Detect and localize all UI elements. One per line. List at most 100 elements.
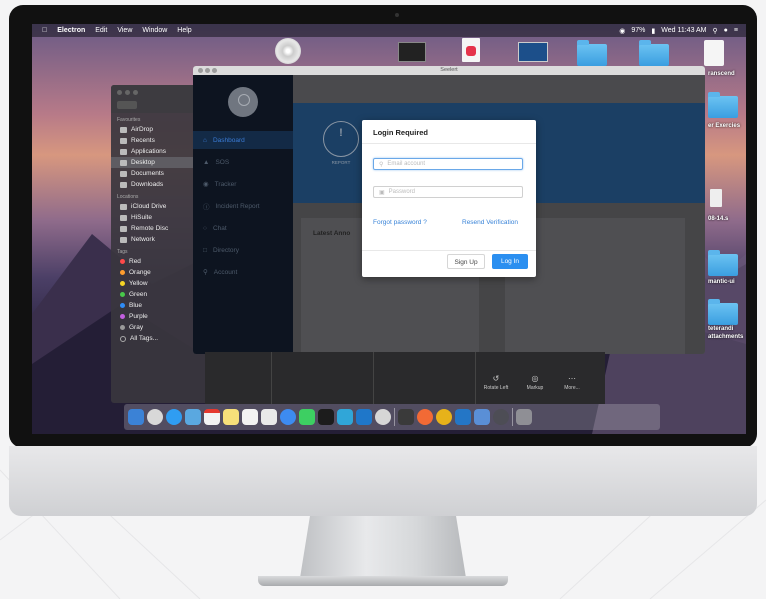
notes-dock-icon[interactable] bbox=[223, 409, 239, 425]
user-icon: ⚲ bbox=[203, 269, 208, 276]
sequel-pro-dock-icon[interactable] bbox=[375, 409, 391, 425]
folder-icon[interactable] bbox=[708, 92, 738, 118]
directory-icon: □ bbox=[203, 246, 207, 254]
home-icon: ⌂ bbox=[203, 136, 207, 144]
log-in-button[interactable]: Log In bbox=[492, 254, 528, 269]
sidebar-item-account[interactable]: ⚲ Account bbox=[193, 263, 293, 281]
preview-dock-icon[interactable] bbox=[185, 409, 201, 425]
zoom-button[interactable] bbox=[133, 90, 138, 95]
resend-verification-link[interactable]: Resend Verification bbox=[462, 219, 518, 226]
report-button[interactable] bbox=[323, 121, 359, 157]
desktop-icon-label[interactable]: mantic-ui bbox=[708, 279, 735, 285]
messages-dock-icon[interactable] bbox=[299, 409, 315, 425]
more-tool[interactable]: ⋯ More... bbox=[557, 374, 587, 391]
desktop-icon-label[interactable]: 08-14.s bbox=[708, 216, 728, 222]
report-icon: ⓘ bbox=[203, 204, 210, 211]
markup-tool[interactable]: ◎ Markup bbox=[520, 374, 550, 391]
menu-edit[interactable]: Edit bbox=[95, 27, 107, 34]
desktop-icon-label[interactable]: ranscend bbox=[708, 71, 735, 77]
finder-dock-icon[interactable] bbox=[128, 409, 144, 425]
modal-footer-divider bbox=[362, 250, 536, 251]
postman-dock-icon[interactable] bbox=[417, 409, 433, 425]
safari-dock-icon[interactable] bbox=[166, 409, 182, 425]
camera bbox=[395, 13, 399, 17]
notification-center-icon[interactable]: ≡ bbox=[734, 27, 738, 34]
menu-window[interactable]: Window bbox=[142, 27, 167, 34]
window-title: Seelert bbox=[440, 67, 458, 73]
screenshot-file-icon[interactable] bbox=[518, 42, 548, 62]
electron-dock-icon[interactable] bbox=[493, 409, 509, 425]
terminal-dock-icon[interactable] bbox=[318, 409, 334, 425]
forgot-password-link[interactable]: Forgot password ? bbox=[373, 219, 427, 226]
desktop-icon-label[interactable]: er Exercies bbox=[708, 123, 740, 129]
file-icon[interactable] bbox=[710, 189, 722, 207]
sidebar-item-dashboard[interactable]: ⌂ Dashboard bbox=[193, 131, 293, 149]
close-button[interactable] bbox=[117, 90, 122, 95]
wifi-icon[interactable]: ◉ bbox=[619, 27, 625, 35]
card-title: Latest Anno bbox=[313, 230, 351, 237]
chrome-dock-icon[interactable] bbox=[436, 409, 452, 425]
siri-icon[interactable]: ● bbox=[724, 27, 728, 34]
mail-dock-icon[interactable] bbox=[474, 409, 490, 425]
reminders-dock-icon[interactable] bbox=[242, 409, 258, 425]
menu-status-area: ◉ 97% ▮ Wed 11:43 AM ⚲ ● ≡ bbox=[619, 24, 738, 37]
spotlight-icon[interactable]: ⚲ bbox=[713, 27, 718, 35]
activity-monitor-dock-icon[interactable] bbox=[398, 409, 414, 425]
document-icon[interactable] bbox=[704, 40, 724, 66]
back-forward-buttons[interactable] bbox=[117, 101, 137, 109]
divider bbox=[373, 352, 374, 404]
vscode-dock-icon[interactable] bbox=[455, 409, 471, 425]
password-placeholder: Password bbox=[388, 189, 416, 195]
disc-icon bbox=[120, 225, 127, 232]
minimize-button[interactable] bbox=[125, 90, 130, 95]
folder-icon[interactable] bbox=[639, 40, 669, 66]
seelert-titlebar: Seelert bbox=[193, 66, 705, 75]
login-modal: Login Required ⚲ Email account ▣ Passwor… bbox=[362, 120, 536, 277]
orange-dot-icon bbox=[120, 270, 125, 275]
photos-dock-icon[interactable] bbox=[261, 409, 277, 425]
clock[interactable]: Wed 11:43 AM bbox=[661, 27, 706, 34]
chat-icon: ○ bbox=[203, 224, 207, 232]
sign-up-button[interactable]: Sign Up bbox=[447, 254, 485, 269]
download-icon bbox=[120, 181, 127, 188]
imac-stand bbox=[300, 516, 466, 578]
disc-icon[interactable] bbox=[275, 38, 301, 64]
menu-help[interactable]: Help bbox=[177, 27, 191, 34]
desktop-icon-label[interactable]: attachments bbox=[708, 334, 743, 340]
sidebar-item-incident-report[interactable]: ⓘ Incident Report bbox=[193, 197, 293, 215]
docker-dock-icon[interactable] bbox=[356, 409, 372, 425]
yellow-dot-icon bbox=[120, 281, 125, 286]
rotate-left-tool[interactable]: ↺ Rotate Left bbox=[481, 374, 511, 391]
xcode-dock-icon[interactable] bbox=[337, 409, 353, 425]
desktop-icon-label[interactable]: teterandi bbox=[708, 326, 733, 332]
menu-view[interactable]: View bbox=[117, 27, 132, 34]
preview-toolbar: ↺ Rotate Left ◎ Markup ⋯ More... bbox=[205, 352, 605, 404]
folder-icon[interactable] bbox=[577, 40, 607, 66]
sidebar-item-tracker[interactable]: ◉ Tracker bbox=[193, 175, 293, 193]
folder-icon[interactable] bbox=[708, 299, 738, 325]
password-field[interactable]: ▣ Password bbox=[373, 186, 523, 198]
sidebar-item-directory[interactable]: □ Directory bbox=[193, 241, 293, 259]
app-store-dock-icon[interactable] bbox=[280, 409, 296, 425]
location-icon: ◉ bbox=[203, 181, 209, 188]
sidebar-item-sos[interactable]: ▲ SOS bbox=[193, 153, 293, 171]
email-field[interactable]: ⚲ Email account bbox=[373, 158, 523, 170]
database-file-icon[interactable] bbox=[462, 38, 480, 62]
trash-dock-icon[interactable] bbox=[516, 409, 532, 425]
launchpad-dock-icon[interactable] bbox=[147, 409, 163, 425]
user-icon: ⚲ bbox=[379, 161, 384, 168]
menu-app-name[interactable]: Electron bbox=[57, 27, 85, 34]
screenshot-file-icon[interactable] bbox=[398, 42, 426, 62]
calendar-dock-icon[interactable] bbox=[204, 409, 220, 425]
avatar[interactable] bbox=[228, 87, 258, 117]
markup-icon: ◎ bbox=[531, 374, 539, 383]
disk-icon bbox=[120, 214, 127, 221]
battery-icon[interactable]: ▮ bbox=[651, 27, 655, 35]
apple-icon[interactable]:  bbox=[42, 27, 47, 34]
folder-icon[interactable] bbox=[708, 250, 738, 276]
battery-percent[interactable]: 97% bbox=[631, 27, 645, 34]
app-sidebar: ⌂ Dashboard ▲ SOS ◉ Tracker ⓘ Incident Repor… bbox=[193, 75, 293, 354]
sidebar-item-chat[interactable]: ○ Chat bbox=[193, 219, 293, 237]
red-dot-icon bbox=[120, 259, 125, 264]
applications-icon bbox=[120, 148, 127, 155]
